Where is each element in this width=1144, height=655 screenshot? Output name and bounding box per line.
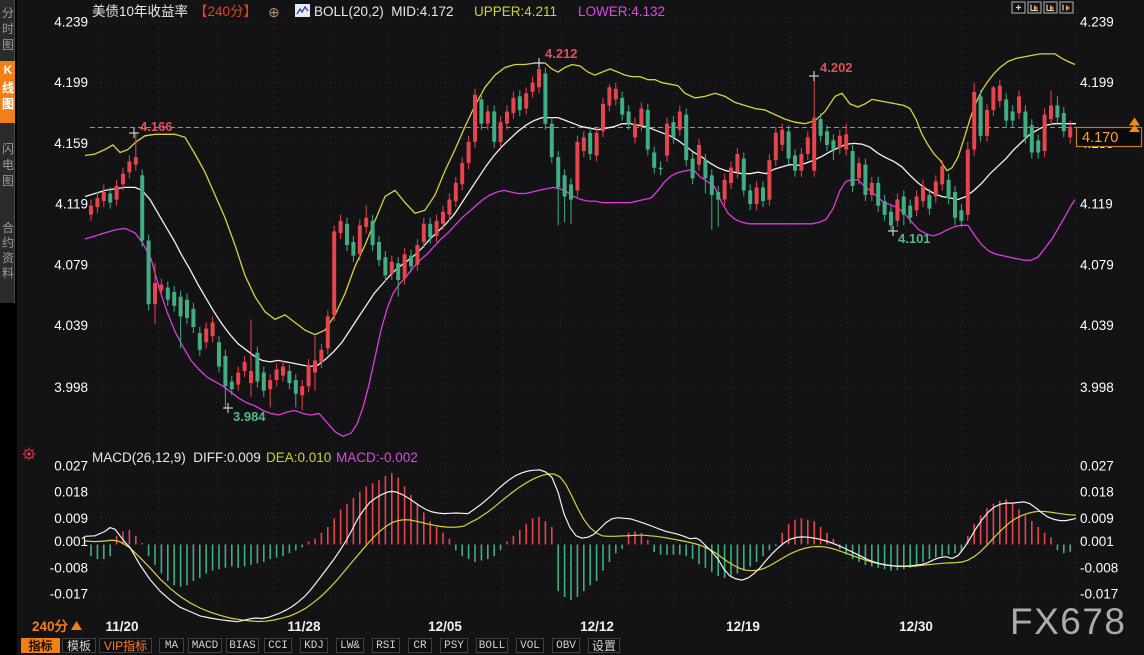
svg-text:-0.017: -0.017: [1080, 587, 1118, 602]
svg-text:0.018: 0.018: [1080, 485, 1114, 500]
svg-text:LOWER:4.132: LOWER:4.132: [578, 4, 665, 19]
svg-text:4.079: 4.079: [54, 257, 88, 272]
svg-text:DEA:0.010: DEA:0.010: [266, 450, 331, 465]
svg-text:-0.008: -0.008: [50, 560, 88, 575]
svg-text:4.199: 4.199: [1080, 75, 1114, 90]
svg-text:240分: 240分: [32, 619, 69, 634]
svg-text:-0.008: -0.008: [1080, 560, 1118, 575]
svg-text:11/28: 11/28: [287, 619, 321, 634]
svg-text:4.119: 4.119: [1080, 197, 1113, 212]
svg-text:美债10年收益率: 美债10年收益率: [92, 3, 188, 19]
svg-text:12/12: 12/12: [580, 619, 614, 634]
svg-text:⊕: ⊕: [268, 4, 280, 20]
svg-text:4.079: 4.079: [1080, 257, 1114, 272]
svg-text:4.159: 4.159: [54, 136, 88, 151]
svg-text:0.009: 0.009: [54, 511, 88, 526]
svg-text:MACD:-0.002: MACD:-0.002: [336, 450, 418, 465]
svg-text:0.027: 0.027: [54, 458, 88, 473]
svg-text:4.199: 4.199: [54, 75, 88, 90]
svg-text:4.212: 4.212: [545, 46, 578, 61]
svg-text:4.039: 4.039: [54, 318, 88, 333]
svg-text:12/19: 12/19: [726, 619, 760, 634]
svg-text:0.001: 0.001: [1080, 534, 1114, 549]
svg-text:4.039: 4.039: [1080, 318, 1114, 333]
svg-text:4.239: 4.239: [1080, 15, 1114, 30]
svg-text:0.009: 0.009: [1080, 511, 1114, 526]
svg-text:【240分】: 【240分】: [194, 4, 257, 19]
svg-text:0.027: 0.027: [1080, 458, 1114, 473]
svg-text:12/30: 12/30: [899, 619, 933, 634]
svg-text:4.166: 4.166: [140, 119, 173, 134]
svg-text:4.170: 4.170: [1082, 130, 1118, 146]
svg-text:4.202: 4.202: [820, 60, 853, 75]
svg-text:0.001: 0.001: [54, 534, 88, 549]
svg-text:4.119: 4.119: [55, 197, 88, 212]
svg-text:BOLL(20,2) MID:4.172: BOLL(20,2) MID:4.172: [314, 4, 454, 19]
svg-text:11/20: 11/20: [105, 619, 138, 634]
svg-text:4.239: 4.239: [54, 15, 88, 30]
svg-text:3.998: 3.998: [54, 380, 88, 395]
svg-text:3.984: 3.984: [233, 409, 266, 424]
svg-text:UPPER:4.211: UPPER:4.211: [474, 4, 557, 19]
svg-text:-0.017: -0.017: [50, 587, 88, 602]
svg-text:MACD(26,12,9) DIFF:0.009: MACD(26,12,9) DIFF:0.009: [92, 450, 261, 465]
svg-text:12/05: 12/05: [428, 619, 462, 634]
svg-text:3.998: 3.998: [1080, 380, 1114, 395]
svg-text:0.018: 0.018: [54, 485, 88, 500]
svg-text:4.101: 4.101: [898, 231, 931, 246]
